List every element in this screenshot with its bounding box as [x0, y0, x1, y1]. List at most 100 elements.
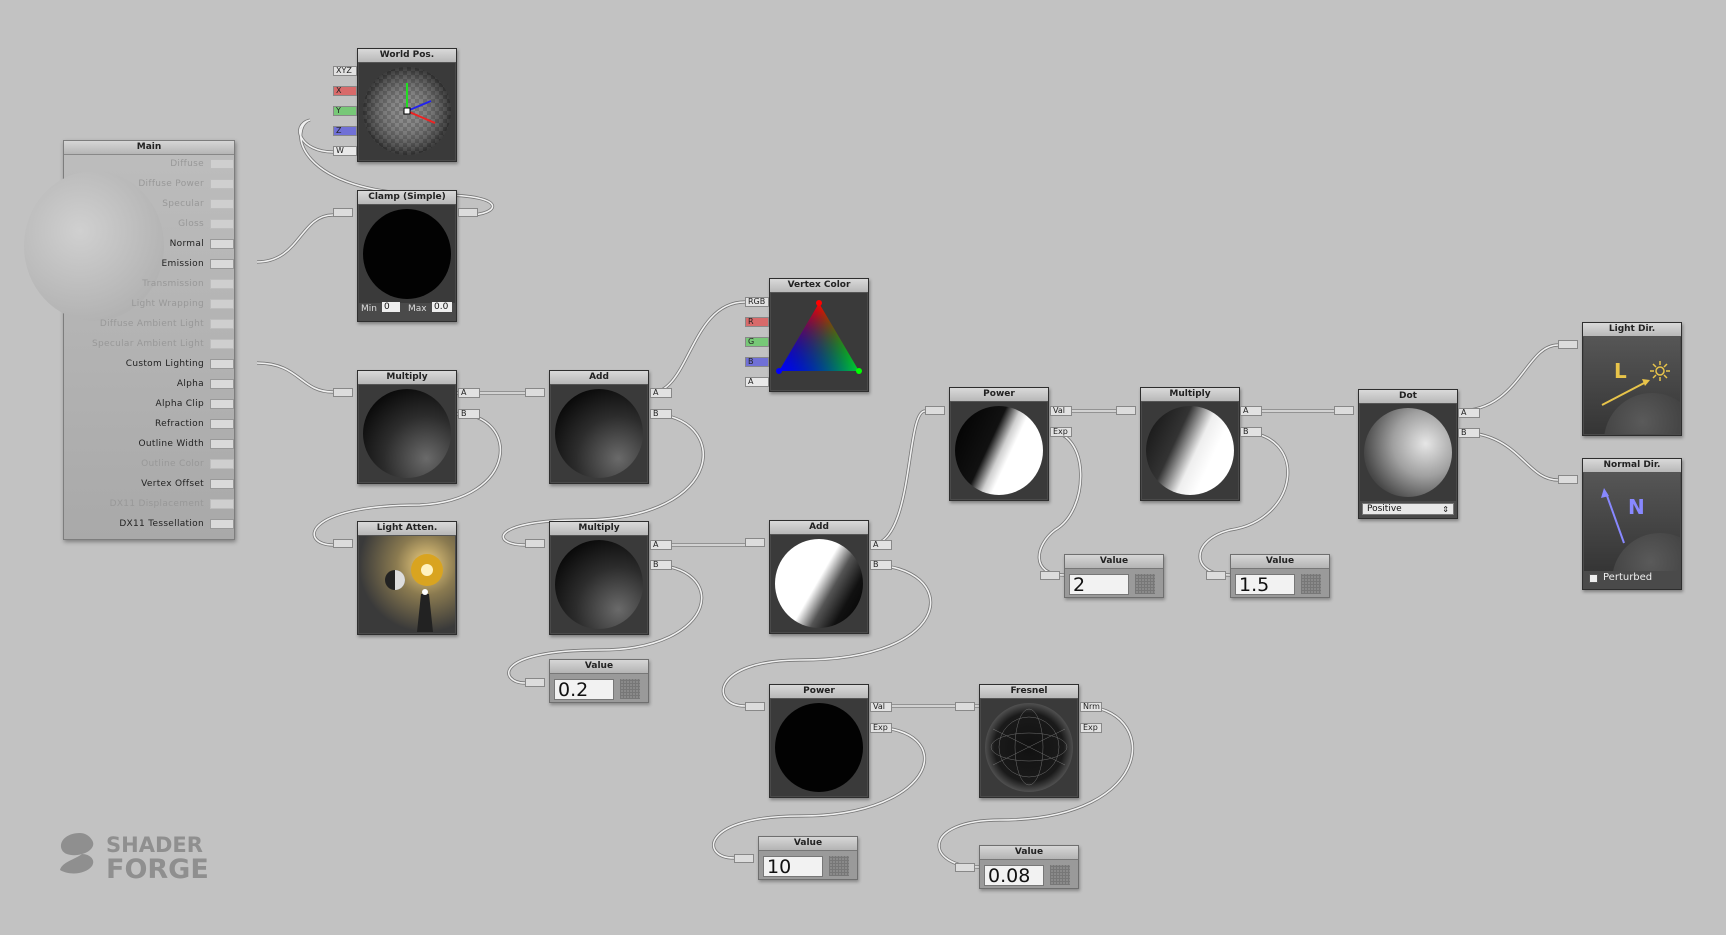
normal-dir-output-port[interactable]	[1558, 475, 1578, 484]
multiply-2-output-port[interactable]	[525, 539, 545, 548]
fresnel-output-port[interactable]	[955, 702, 975, 711]
node-fresnel[interactable]: Fresnel	[979, 684, 1079, 798]
node-value-0-08[interactable]: Value 0.08	[979, 845, 1079, 889]
main-input-port[interactable]	[210, 159, 234, 169]
multiply-3-output-port[interactable]	[1116, 406, 1136, 415]
node-value-1-5[interactable]: Value 1.5	[1230, 554, 1330, 598]
main-input-port[interactable]	[210, 439, 234, 449]
vertex-color-out-a[interactable]: A	[745, 377, 769, 387]
clamp-max-field[interactable]: 0.0	[432, 302, 452, 312]
node-value-0-2[interactable]: Value 0.2	[549, 659, 649, 703]
node-power-1[interactable]: Power	[769, 684, 869, 798]
power-2-output-port[interactable]	[925, 406, 945, 415]
node-dot[interactable]: Dot Positive ⇕	[1358, 389, 1458, 519]
main-input-port[interactable]	[210, 379, 234, 389]
dot-in-a[interactable]: A	[1458, 408, 1480, 418]
main-input-port[interactable]	[210, 419, 234, 429]
multiply-2-in-b[interactable]: B	[650, 560, 672, 570]
world-pos-out-xyz[interactable]: XYZ	[333, 66, 357, 76]
node-light-dir[interactable]: Light Dir. L	[1582, 322, 1682, 436]
light-dir-output-port[interactable]	[1558, 340, 1578, 349]
power-1-output-port[interactable]	[745, 702, 765, 711]
vertex-color-out-rgb[interactable]: RGB	[745, 297, 769, 307]
multiply-2-in-a[interactable]: A	[650, 540, 672, 550]
power-2-in-val[interactable]: Val	[1050, 406, 1072, 416]
fresnel-in-exp[interactable]: Exp	[1080, 723, 1102, 733]
main-input-port[interactable]	[210, 259, 234, 269]
main-input-port[interactable]	[210, 339, 234, 349]
world-pos-out-z[interactable]: Z	[333, 126, 357, 136]
perturbed-checkbox[interactable]	[1589, 574, 1598, 583]
value-field[interactable]: 1.5	[1235, 574, 1295, 595]
clamp-input-port[interactable]	[333, 208, 353, 217]
main-input-port[interactable]	[210, 499, 234, 509]
multiply-1-output-port[interactable]	[333, 388, 353, 397]
multiply-3-in-a[interactable]: A	[1240, 406, 1262, 416]
add-1-in-b[interactable]: B	[650, 409, 672, 419]
vertex-color-out-g[interactable]: G	[745, 337, 769, 347]
add-2-in-b[interactable]: B	[870, 560, 892, 570]
add-1-output-port[interactable]	[525, 388, 545, 397]
add-2-output-port[interactable]	[745, 538, 765, 547]
drag-handle-icon[interactable]	[620, 679, 640, 699]
value-0-2-output-port[interactable]	[525, 678, 545, 687]
drag-handle-icon[interactable]	[1050, 865, 1070, 885]
main-input-port[interactable]	[210, 459, 234, 469]
main-input-port[interactable]	[210, 239, 234, 249]
dot-mode-select[interactable]: Positive ⇕	[1362, 503, 1454, 515]
clamp-min-field[interactable]: 0	[382, 302, 400, 312]
value-field[interactable]: 2	[1069, 574, 1129, 595]
dot-output-port[interactable]	[1334, 406, 1354, 415]
power-2-in-exp[interactable]: Exp	[1050, 427, 1072, 437]
main-input-port[interactable]	[210, 299, 234, 309]
value-1-5-output-port[interactable]	[1206, 571, 1226, 580]
main-node[interactable]: Main Diffuse Diffuse Power Specular Gloss No…	[24, 140, 235, 540]
main-input-port[interactable]	[210, 399, 234, 409]
main-input-port[interactable]	[210, 219, 234, 229]
vertex-color-out-r[interactable]: R	[745, 317, 769, 327]
node-light-atten[interactable]: Light Atten.	[357, 521, 457, 635]
node-multiply-3[interactable]: Multiply	[1140, 387, 1240, 501]
world-pos-out-x[interactable]: X	[333, 86, 357, 96]
main-input-port[interactable]	[210, 519, 234, 529]
main-input-port[interactable]	[210, 179, 234, 189]
value-10-output-port[interactable]	[734, 854, 754, 863]
node-multiply-2[interactable]: Multiply	[549, 521, 649, 635]
node-normal-dir[interactable]: Normal Dir. N Perturbed	[1582, 458, 1682, 590]
multiply-1-in-b[interactable]: B	[458, 409, 480, 419]
node-vertex-color[interactable]: Vertex Color	[769, 278, 869, 392]
node-add-2[interactable]: Add	[769, 520, 869, 634]
value-2-output-port[interactable]	[1040, 571, 1060, 580]
main-input-port[interactable]	[210, 359, 234, 369]
node-clamp-simple[interactable]: Clamp (Simple) Min 0 Max 0.0	[357, 190, 457, 322]
clamp-output-port[interactable]	[458, 208, 478, 217]
multiply-3-in-b[interactable]: B	[1240, 427, 1262, 437]
node-world-pos[interactable]: World Pos.	[357, 48, 457, 162]
main-input-port[interactable]	[210, 199, 234, 209]
world-pos-out-w[interactable]: W	[333, 146, 357, 156]
value-field[interactable]: 0.08	[984, 865, 1044, 886]
power-1-in-exp[interactable]: Exp	[870, 723, 892, 733]
node-multiply-1[interactable]: Multiply	[357, 370, 457, 484]
power-1-in-val[interactable]: Val	[870, 702, 892, 712]
main-input-port[interactable]	[210, 319, 234, 329]
main-input-port[interactable]	[210, 279, 234, 289]
drag-handle-icon[interactable]	[1135, 574, 1155, 594]
multiply-1-in-a[interactable]: A	[458, 388, 480, 398]
add-1-in-a[interactable]: A	[650, 388, 672, 398]
node-value-10[interactable]: Value 10	[758, 836, 858, 880]
add-2-in-a[interactable]: A	[870, 540, 892, 550]
node-power-2[interactable]: Power	[949, 387, 1049, 501]
node-value-2[interactable]: Value 2	[1064, 554, 1164, 598]
node-add-1[interactable]: Add	[549, 370, 649, 484]
fresnel-in-nrm[interactable]: Nrm	[1080, 702, 1102, 712]
dot-in-b[interactable]: B	[1458, 428, 1480, 438]
drag-handle-icon[interactable]	[1301, 574, 1321, 594]
value-field[interactable]: 0.2	[554, 679, 614, 700]
light-atten-output-port[interactable]	[333, 539, 353, 548]
value-0-08-output-port[interactable]	[955, 863, 975, 872]
drag-handle-icon[interactable]	[829, 856, 849, 876]
main-input-port[interactable]	[210, 479, 234, 489]
vertex-color-out-b[interactable]: B	[745, 357, 769, 367]
value-field[interactable]: 10	[763, 856, 823, 877]
